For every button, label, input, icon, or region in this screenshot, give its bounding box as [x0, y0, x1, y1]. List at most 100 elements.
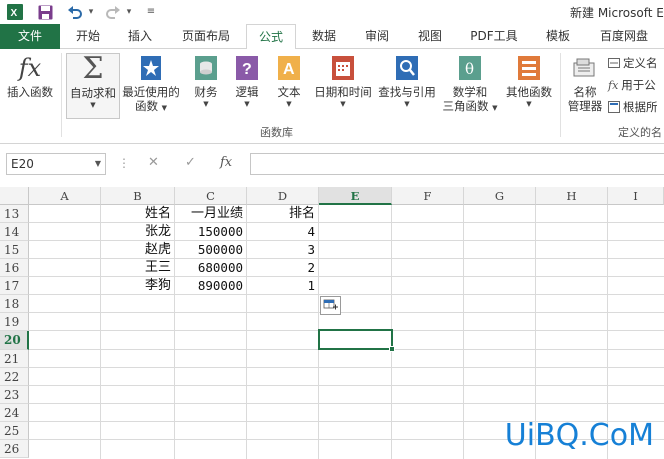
row-header-21[interactable]: 21	[0, 350, 29, 368]
insert-function-button[interactable]: fx 插入函数	[4, 53, 56, 99]
tab-baidu-netdisk[interactable]: 百度网盘	[592, 24, 656, 49]
row-header-20[interactable]: 20	[0, 331, 29, 350]
select-all-corner[interactable]	[0, 187, 29, 205]
row-header-16[interactable]: 16	[0, 259, 29, 277]
quick-analysis-button[interactable]	[320, 296, 341, 315]
group-label-defined-names: 定义的名	[618, 126, 662, 139]
column-header-f[interactable]: F	[392, 187, 464, 205]
tab-page-layout[interactable]: 页面布局	[174, 24, 238, 49]
cell-b13[interactable]: 姓名	[101, 205, 174, 223]
ribbon-tabs: 文件 开始 插入 页面布局 公式 数据 审阅 视图 PDF工具 模板 百度网盘	[0, 24, 664, 50]
row-header-23[interactable]: 23	[0, 386, 29, 404]
chevron-down-icon: ▼	[526, 100, 532, 108]
autosum-button[interactable]: Σ 自动求和 ▼	[66, 53, 120, 119]
math-trig-button[interactable]: θ 数学和 三角函数 ▼	[442, 53, 498, 113]
create-from-selection-button[interactable]: 根据所	[608, 99, 658, 115]
name-tag-icon	[570, 53, 600, 83]
tab-home[interactable]: 开始	[68, 24, 108, 49]
cell-c15[interactable]: 500000	[175, 241, 246, 259]
column-header-d[interactable]: D	[247, 187, 319, 205]
row-header-24[interactable]: 24	[0, 404, 29, 422]
row-header-26[interactable]: 26	[0, 440, 29, 458]
redo-icon[interactable]	[104, 3, 122, 21]
chevron-down-icon: ▼	[340, 100, 346, 108]
formula-input[interactable]	[250, 153, 664, 175]
column-header-c[interactable]: C	[175, 187, 247, 205]
formula-bar-resize-handle[interactable]: ⋮	[118, 156, 130, 170]
fx-small-icon: fx	[608, 78, 619, 92]
enter-icon[interactable]: ✓	[185, 155, 196, 170]
tab-formulas[interactable]: 公式	[246, 24, 296, 50]
cell-b15[interactable]: 赵虎	[101, 241, 174, 259]
undo-dropdown-icon[interactable]: ▾	[86, 5, 96, 19]
tab-insert[interactable]: 插入	[120, 24, 160, 49]
row-header-19[interactable]: 19	[0, 313, 29, 331]
customize-qat-icon[interactable]: ≡	[146, 5, 156, 19]
column-header-b[interactable]: B	[101, 187, 175, 205]
svg-text:θ: θ	[465, 60, 474, 78]
define-name-icon	[608, 58, 620, 68]
cell-d17[interactable]: 1	[247, 277, 318, 295]
chevron-down-icon: ▼	[90, 101, 96, 109]
row-header-22[interactable]: 22	[0, 368, 29, 386]
window-title: 新建 Microsoft E	[570, 6, 664, 20]
ribbon: fx 插入函数 Σ 自动求和 ▼ 最近使用的 函数 ▼ 财务 ▼ ? 逻辑 ▼	[0, 49, 664, 144]
tab-data[interactable]: 数据	[304, 24, 344, 49]
row-header-25[interactable]: 25	[0, 422, 29, 440]
cell-d16[interactable]: 2	[247, 259, 318, 277]
name-box[interactable]: E20 ▼	[6, 153, 106, 175]
cell-b16[interactable]: 王三	[101, 259, 174, 277]
row-header-17[interactable]: 17	[0, 277, 29, 295]
svg-text:A: A	[283, 61, 295, 78]
name-manager-button[interactable]: 名称 管理器	[564, 53, 606, 113]
save-icon[interactable]	[36, 3, 54, 21]
undo-icon[interactable]	[66, 3, 84, 21]
recently-used-button[interactable]: 最近使用的 函数 ▼	[120, 53, 182, 113]
insert-function-fx-icon[interactable]: fx	[220, 155, 232, 170]
lookup-reference-button[interactable]: 查找与引用 ▼	[376, 53, 438, 109]
fill-handle[interactable]	[389, 346, 395, 352]
financial-button[interactable]: 财务 ▼	[186, 53, 226, 109]
text-function-button[interactable]: A 文本 ▼	[272, 53, 306, 109]
cell-c16[interactable]: 680000	[175, 259, 246, 277]
math-trig-label-2: 三角函数	[442, 99, 489, 113]
chevron-down-icon[interactable]: ▼	[95, 154, 101, 174]
cell-b14[interactable]: 张龙	[101, 223, 174, 241]
gridline	[29, 312, 664, 313]
tab-review[interactable]: 审阅	[357, 24, 397, 49]
sigma-icon: Σ	[82, 51, 104, 86]
redo-dropdown-icon[interactable]: ▾	[124, 5, 134, 19]
tab-view[interactable]: 视图	[410, 24, 450, 49]
gridline	[29, 367, 664, 368]
cancel-icon[interactable]: ✕	[148, 155, 159, 170]
column-header-i[interactable]: I	[608, 187, 664, 205]
excel-logo-icon[interactable]: X	[6, 3, 24, 21]
column-header-g[interactable]: G	[464, 187, 536, 205]
chevron-down-icon: ▼	[203, 100, 209, 108]
tab-template[interactable]: 模板	[538, 24, 578, 49]
cell-d15[interactable]: 3	[247, 241, 318, 259]
tab-file[interactable]: 文件	[0, 24, 60, 49]
formula-bar: E20 ▼ ⋮ ✕ ✓ fx	[0, 144, 664, 186]
cell-d14[interactable]: 4	[247, 223, 318, 241]
column-header-e[interactable]: E	[319, 187, 392, 205]
cell-c14[interactable]: 150000	[175, 223, 246, 241]
cell-d13[interactable]: 排名	[247, 205, 318, 223]
cell-c17[interactable]: 890000	[175, 277, 246, 295]
tab-pdf-tools[interactable]: PDF工具	[462, 24, 526, 49]
use-in-formula-button[interactable]: fx 用于公	[608, 77, 656, 93]
row-header-13[interactable]: 13	[0, 205, 29, 223]
date-time-button[interactable]: 日期和时间 ▼	[310, 53, 376, 109]
column-header-h[interactable]: H	[536, 187, 608, 205]
column-header-a[interactable]: A	[29, 187, 101, 205]
cell-c13[interactable]: 一月业绩	[175, 205, 246, 223]
cell-b17[interactable]: 李狗	[101, 277, 174, 295]
logical-button[interactable]: ? 逻辑 ▼	[230, 53, 264, 109]
row-header-15[interactable]: 15	[0, 241, 29, 259]
active-cell-e20[interactable]	[318, 329, 395, 352]
define-name-button[interactable]: 定义名	[608, 55, 658, 71]
row-header-14[interactable]: 14	[0, 223, 29, 241]
more-functions-button[interactable]: 其他函数 ▼	[502, 53, 556, 109]
row-header-18[interactable]: 18	[0, 295, 29, 313]
gridline	[29, 385, 664, 386]
